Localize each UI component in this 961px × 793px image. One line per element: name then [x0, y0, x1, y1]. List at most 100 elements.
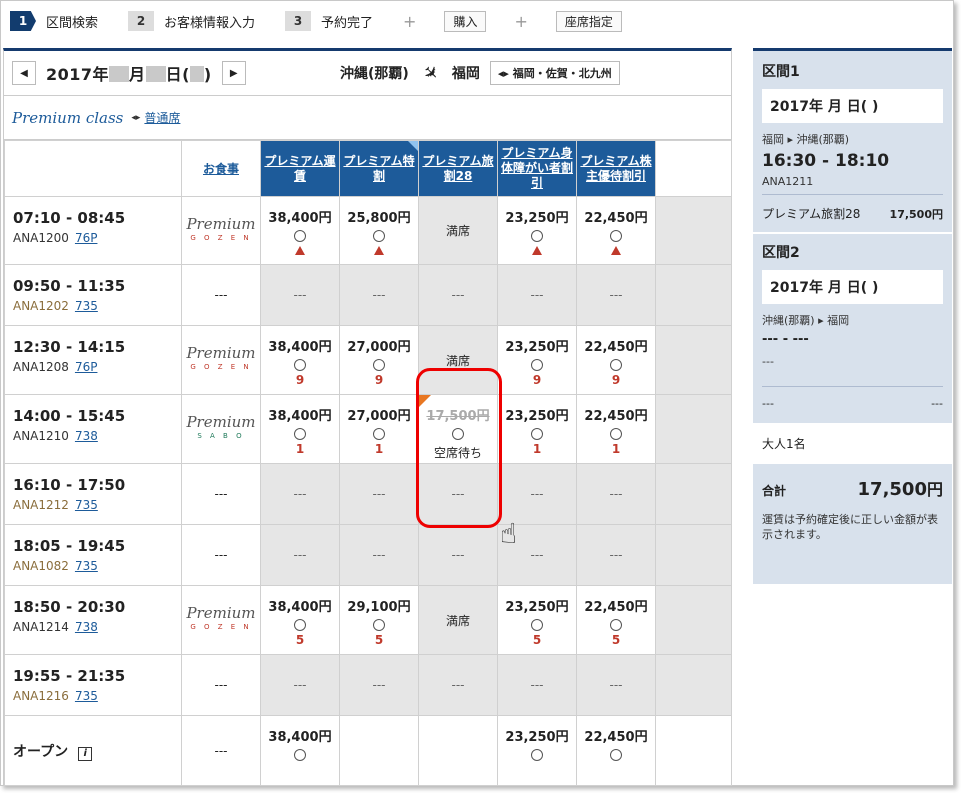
select-radio[interactable] [294, 749, 306, 761]
fare-cell[interactable]: 38,400円 [260, 715, 340, 786]
fare-cell[interactable]: 22,450円 [576, 196, 656, 265]
airplane-icon: ✈ [417, 60, 444, 86]
flight-number: ANA1208 76P [13, 360, 181, 374]
fare-cell[interactable]: 22,450円 1 [576, 394, 656, 464]
segment-fare: プレミアム旅割28 [762, 207, 861, 221]
redacted [189, 66, 204, 82]
fare-cell [418, 715, 498, 786]
fare-cell[interactable]: 23,250円 9 [497, 325, 577, 395]
fare-price: 29,100円 [347, 600, 411, 615]
header-fare-2[interactable]: プレミアム旅割28 [418, 140, 498, 197]
fare-cell[interactable]: 22,450円 [576, 715, 656, 786]
fare-cell[interactable]: 22,450円 9 [576, 325, 656, 395]
premium-class-label: Premium class [12, 108, 124, 127]
info-icon[interactable]: i [78, 746, 93, 761]
select-radio[interactable] [610, 619, 622, 631]
select-radio[interactable] [531, 230, 543, 242]
prev-date-button[interactable]: ◀ [12, 61, 36, 85]
step-number: 3 [285, 11, 312, 31]
seats-remaining: 1 [295, 442, 305, 456]
header-fare-3[interactable]: プレミアム身体障がい者割引 [497, 140, 577, 197]
next-date-button[interactable]: ▶ [221, 61, 246, 85]
economy-class-link[interactable]: 普通席 [144, 109, 180, 126]
fare-price: 23,250円 [505, 600, 569, 615]
step-2: 2 お客様情報入力 [128, 11, 255, 31]
header-fare-1[interactable]: プレミアム特割 [339, 140, 419, 197]
fare-cell[interactable]: 38,400円 1 [260, 394, 340, 464]
seats-remaining: 5 [295, 633, 305, 647]
flight-number-text: ANA1216 [13, 689, 69, 703]
header-fare-4[interactable]: プレミアム株主優待割引 [576, 140, 656, 197]
fare-cell[interactable]: 22,450円 5 [576, 585, 656, 655]
select-radio[interactable] [531, 428, 543, 440]
fare-price: 23,250円 [505, 730, 569, 745]
fare-cell: --- [497, 654, 577, 716]
flight-number-text: ANA1202 [13, 299, 69, 313]
meal-logo-word: Premium [186, 413, 256, 431]
equipment-link[interactable]: 735 [75, 689, 98, 703]
equipment-link[interactable]: 735 [75, 559, 98, 573]
select-radio[interactable] [610, 428, 622, 440]
fare-cell: --- [497, 463, 577, 525]
fare-cell: --- [497, 264, 577, 326]
select-radio[interactable] [610, 749, 622, 761]
flight-row: 14:00 - 15:45 ANA1210 738 Premium S A B O 38,… [4, 394, 732, 464]
fare-cell[interactable]: 23,250円 [497, 715, 577, 786]
few-seats-icon [295, 246, 305, 255]
fare-cell[interactable]: 23,250円 1 [497, 394, 577, 464]
segment-route: 沖縄(那覇) ▸ 福岡 [762, 314, 850, 327]
equipment-link[interactable]: 76P [75, 231, 98, 245]
meal-cell: Premium G O Z E N [181, 585, 261, 655]
select-radio[interactable] [373, 428, 385, 440]
itinerary-sidebar: 区間1 2017年 月 日( ) 福岡 ▸ 沖縄(那覇) 16:30 - 18:… [753, 48, 952, 584]
equipment-link[interactable]: 738 [75, 620, 98, 634]
step-number: 1 [10, 11, 36, 31]
flight-info: 09:50 - 11:35 ANA1202 735 [4, 264, 182, 326]
select-radio[interactable] [531, 749, 543, 761]
fare-cell[interactable]: 23,250円 [497, 196, 577, 265]
fare-cell[interactable]: 38,400円 [260, 196, 340, 265]
select-radio[interactable] [294, 359, 306, 371]
fare-cell[interactable]: 38,400円 9 [260, 325, 340, 395]
meal-link[interactable]: お食事 [203, 162, 239, 176]
meal-logo-sub: S A B O [197, 432, 245, 440]
area-toggle-button[interactable]: ◂▸ 福岡・佐賀・北九州 [489, 61, 620, 85]
few-seats-icon [374, 246, 384, 255]
fare-cell[interactable]: 25,800円 [339, 196, 419, 265]
equipment-link[interactable]: 76P [75, 360, 98, 374]
select-radio[interactable] [373, 230, 385, 242]
equipment-link[interactable]: 735 [75, 498, 98, 512]
fare-cell: --- [260, 264, 340, 326]
select-radio[interactable] [610, 230, 622, 242]
area-label: 福岡・佐賀・北九州 [512, 67, 612, 80]
equipment-link[interactable]: 735 [75, 299, 98, 313]
total-label: 合計 [762, 484, 787, 498]
fare-price: 23,250円 [505, 211, 569, 226]
fare-cell[interactable]: 29,100円 5 [339, 585, 419, 655]
equipment-link[interactable]: 738 [75, 429, 98, 443]
select-radio[interactable] [610, 359, 622, 371]
fare-cell [339, 715, 419, 786]
class-bar: Premium class ◂▸ 普通席 [4, 96, 731, 140]
select-radio[interactable] [294, 619, 306, 631]
fare-cell[interactable]: 27,000円 1 [339, 394, 419, 464]
step-label: 区間検索 [46, 15, 99, 31]
meal-cell: --- [181, 264, 261, 326]
header-fare-0[interactable]: プレミアム運賃 [260, 140, 340, 197]
segment-1: 区間1 2017年 月 日( ) 福岡 ▸ 沖縄(那覇) 16:30 - 18:… [753, 51, 952, 232]
fare-cell: --- [576, 524, 656, 586]
select-radio[interactable] [294, 230, 306, 242]
fare-cell[interactable]: 38,400円 5 [260, 585, 340, 655]
open-label: オープン [13, 743, 69, 760]
route-from: 沖縄(那覇) [340, 66, 409, 82]
blank-cell [655, 654, 732, 716]
seats-remaining: 5 [611, 633, 621, 647]
select-radio[interactable] [294, 428, 306, 440]
select-radio[interactable] [531, 359, 543, 371]
select-radio[interactable] [373, 619, 385, 631]
select-radio[interactable] [531, 619, 543, 631]
select-radio[interactable] [373, 359, 385, 371]
fare-cell[interactable]: 27,000円 9 [339, 325, 419, 395]
fare-cell[interactable]: 23,250円 5 [497, 585, 577, 655]
flight-row: 12:30 - 14:15 ANA1208 76P Premium G O Z E N3… [4, 325, 732, 395]
